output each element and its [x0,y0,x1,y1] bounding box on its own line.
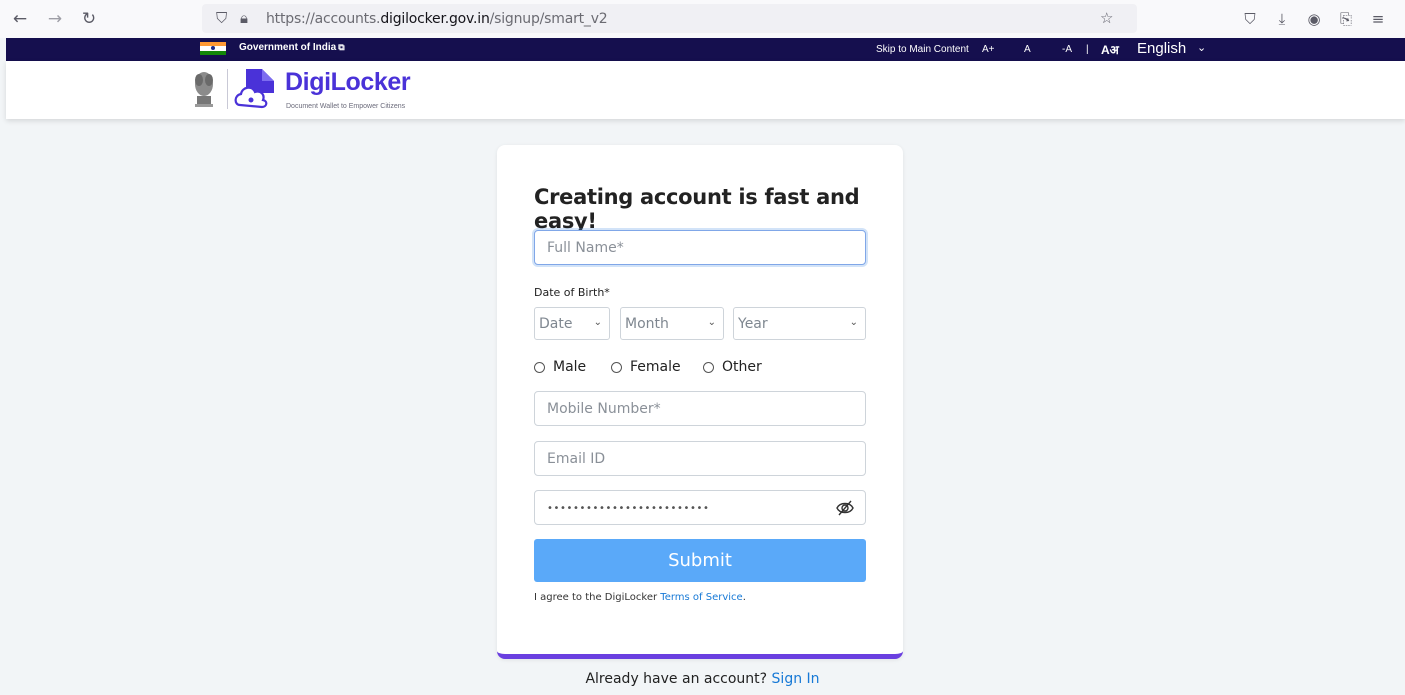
chevron-down-icon: ⌄ [849,317,858,328]
mobile-number-input[interactable] [534,391,866,426]
url-bar[interactable]: ⛉ 🔒︎ https://accounts.digilocker.gov.in/… [202,4,1137,33]
radio-circle[interactable] [703,361,714,373]
sign-in-link[interactable]: Sign In [772,671,820,687]
forward-icon[interactable]: → [45,9,65,29]
site-tagline: Document Wallet to Empower Citizens [286,103,406,110]
strip-separator: | [1086,44,1089,55]
terms-of-service-link[interactable]: Terms of Service [660,592,742,603]
site-header: DigiLocker Document Wallet to Empower Ci… [6,61,1405,119]
menu-icon[interactable]: ≡ [1368,9,1388,29]
download-icon[interactable]: ⤓ [1272,9,1292,29]
gender-female-radio[interactable]: Female [611,359,681,375]
submit-button[interactable]: Submit [534,539,866,582]
gov-strip: Government of India ⧉ Skip to Main Conten… [6,38,1405,61]
email-input[interactable] [534,441,866,476]
chevron-down-icon[interactable]: ⌄ [1197,41,1206,54]
star-icon[interactable]: ☆ [1100,9,1113,27]
full-name-input[interactable] [534,230,866,265]
language-select[interactable]: English [1137,40,1186,57]
date-select[interactable]: Date ⌄ [534,307,610,340]
national-emblem-icon [195,72,213,107]
pocket-icon[interactable]: ⛉ [1240,9,1260,29]
form-title: Creating account is fast and easy! [534,185,860,233]
signin-prompt: Already have an account? Sign In [585,671,820,687]
translate-icon[interactable]: Aअ [1101,41,1119,58]
terms-text: I agree to the DigiLocker Terms of Servi… [534,592,746,603]
font-normal-button[interactable]: A [1024,44,1031,55]
india-flag-icon [200,42,226,55]
font-decrease-button[interactable]: -A [1062,44,1072,55]
radio-circle[interactable] [611,361,622,373]
chevron-down-icon: ⌄ [707,317,716,328]
font-increase-button[interactable]: A+ [982,44,995,55]
gender-other-radio[interactable]: Other [703,359,762,375]
logo-divider [227,69,228,109]
dob-label: Date of Birth* [534,286,610,299]
password-mask: ••••••••••••••••••••••••• [547,503,710,514]
site-title[interactable]: DigiLocker [285,68,411,97]
lock-icon[interactable]: 🔒︎ [240,9,248,27]
radio-circle[interactable] [534,361,545,373]
reload-icon[interactable]: ↻ [79,9,99,29]
gov-of-india-link[interactable]: Government of India ⧉ [239,42,345,53]
browser-toolbar: ← → ↻ ⛉ 🔒︎ https://accounts.digilocker.g… [0,0,1405,38]
chevron-down-icon: ⌄ [593,317,602,328]
back-icon[interactable]: ← [10,9,30,29]
url-text[interactable]: https://accounts.digilocker.gov.in/signu… [266,11,608,27]
month-select[interactable]: Month ⌄ [620,307,724,340]
external-link-icon: ⧉ [338,42,345,52]
shield-icon[interactable]: ⛉ [216,9,227,27]
year-select[interactable]: Year ⌄ [733,307,866,340]
digilocker-logo-icon[interactable] [232,65,278,111]
gender-male-radio[interactable]: Male [534,359,586,375]
extensions-icon[interactable]: ⎘ [1336,9,1356,29]
signup-card: Creating account is fast and easy! Date … [497,145,903,659]
password-field[interactable]: ••••••••••••••••••••••••• [534,490,866,525]
eye-slash-icon[interactable] [835,499,855,517]
skip-to-main-link[interactable]: Skip to Main Content [876,44,969,55]
account-icon[interactable]: ◉ [1304,9,1324,29]
